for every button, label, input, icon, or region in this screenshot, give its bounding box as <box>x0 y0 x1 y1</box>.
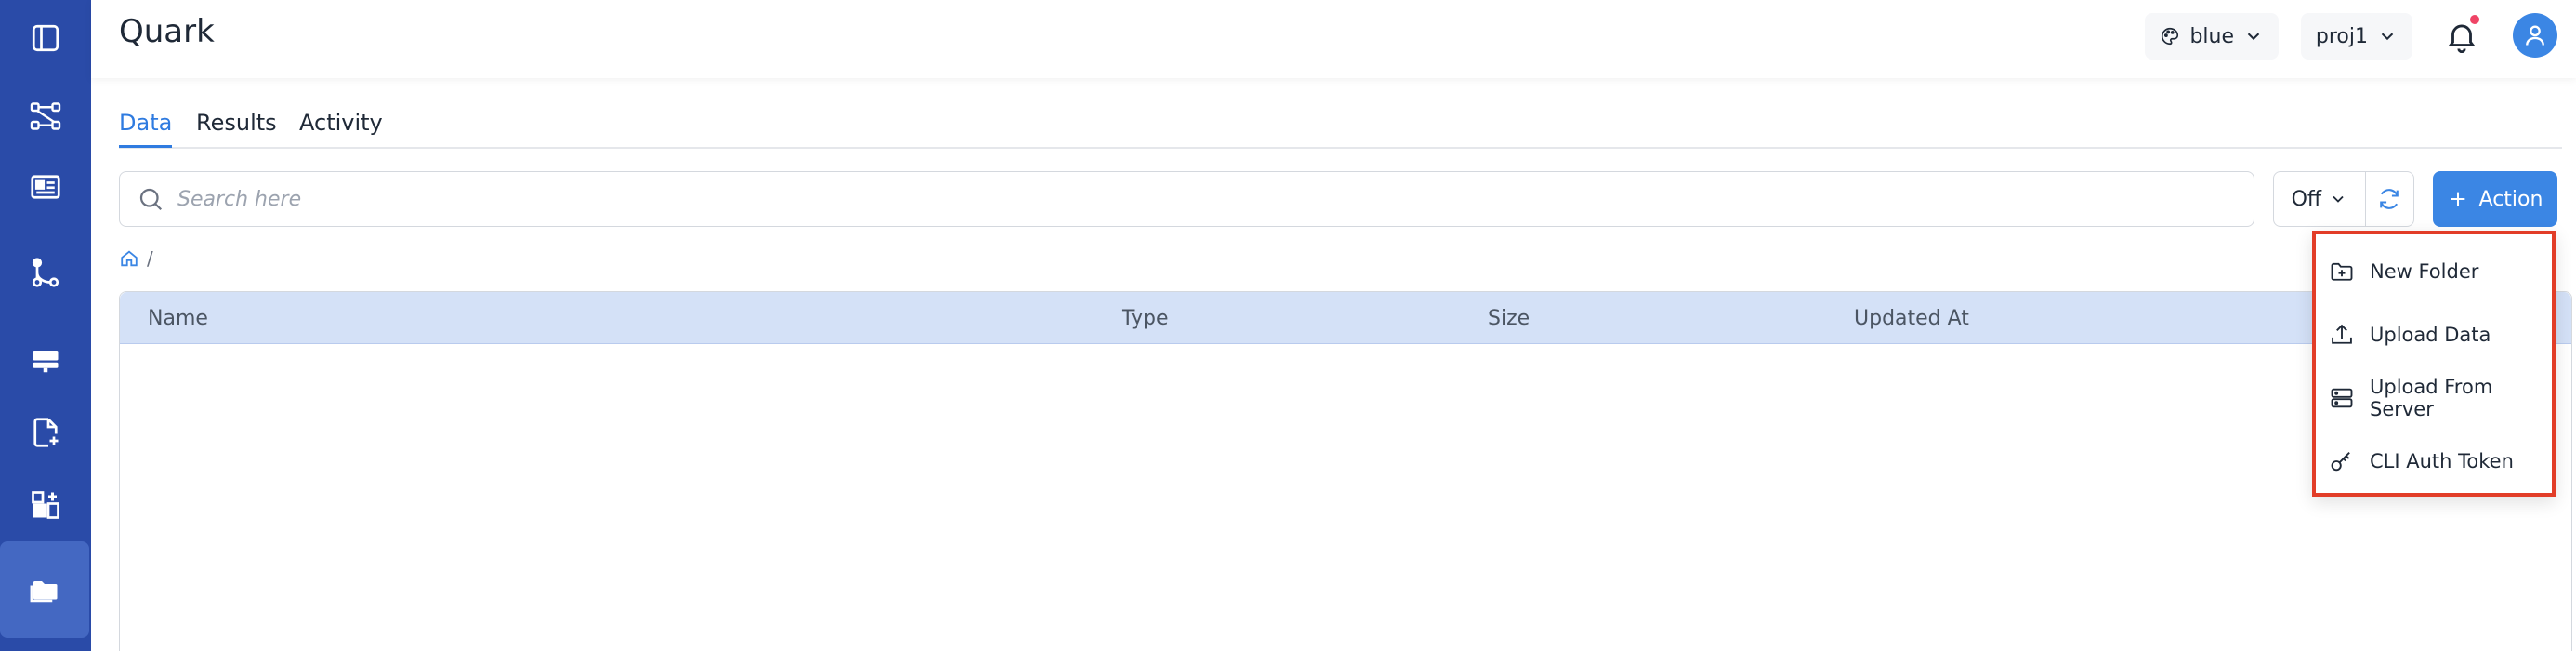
file-add-icon <box>33 418 59 447</box>
column-header-size[interactable]: Size <box>1488 307 1530 330</box>
sidebar-item-graph[interactable] <box>0 80 91 153</box>
search-input[interactable] <box>177 187 2036 211</box>
data-table: Name Type Size Updated At <box>119 291 2572 651</box>
top-header: Quark blue proj1 <box>91 0 2576 78</box>
menu-item-upload-from-server[interactable]: Upload From Server <box>2329 376 2546 420</box>
sidebar-item-data[interactable] <box>0 541 89 638</box>
sidebar-item-server[interactable] <box>0 326 91 398</box>
sidebar-item-card[interactable] <box>0 151 91 223</box>
graph-nodes-icon <box>30 102 61 130</box>
search-icon <box>139 188 163 211</box>
action-button[interactable]: Action <box>2433 171 2557 227</box>
column-header-type[interactable]: Type <box>1122 307 1169 330</box>
sidebar-toggle-button[interactable] <box>0 2 91 74</box>
tab-results[interactable]: Results <box>196 110 277 145</box>
sidebar-item-pipeline[interactable] <box>0 236 91 309</box>
user-avatar[interactable] <box>2513 13 2557 58</box>
sidebar-item-apps[interactable] <box>0 469 91 541</box>
menu-item-label: Upload From Server <box>2370 376 2493 420</box>
app-title: Quark <box>119 13 215 50</box>
home-icon[interactable] <box>119 248 139 269</box>
card-icon <box>31 175 60 199</box>
refresh-button[interactable] <box>2366 172 2413 226</box>
project-select[interactable]: proj1 <box>2300 13 2412 60</box>
pipeline-icon <box>32 258 59 287</box>
tab-data[interactable]: Data <box>119 110 173 148</box>
user-icon <box>2526 25 2544 46</box>
palette-icon <box>2162 27 2179 46</box>
plus-icon <box>2451 192 2464 206</box>
breadcrumb: / <box>119 247 153 270</box>
action-button-label: Action <box>2478 187 2543 211</box>
filter-group: Off <box>2273 171 2414 227</box>
menu-item-label: CLI Auth Token <box>2370 450 2514 472</box>
server-icon <box>33 351 59 373</box>
notification-dot <box>2470 15 2479 24</box>
search-box[interactable] <box>119 171 2254 227</box>
refresh-icon <box>2380 189 2399 209</box>
sidebar-toggle-icon <box>32 24 59 52</box>
tab-bar: Data Results Activity <box>119 104 2562 149</box>
menu-item-new-folder[interactable]: New Folder <box>2329 249 2546 294</box>
menu-item-cli-auth-token[interactable]: CLI Auth Token <box>2329 439 2546 484</box>
table-header: Name Type Size Updated At <box>120 292 2571 344</box>
chevron-down-icon <box>2247 33 2260 41</box>
folder-add-icon <box>2331 262 2353 281</box>
chevron-down-icon <box>2381 33 2394 41</box>
column-header-updated-at[interactable]: Updated At <box>1854 307 1969 330</box>
project-select-value: proj1 <box>2315 24 2368 48</box>
action-menu: New Folder Upload Data Upload From Serve… <box>2312 231 2556 497</box>
menu-item-upload-data[interactable]: Upload Data <box>2329 312 2546 357</box>
chevron-down-icon <box>2333 195 2344 203</box>
menu-item-label: Upload Data <box>2370 324 2491 346</box>
sidebar-item-file-add[interactable] <box>0 396 91 469</box>
key-icon <box>2331 452 2350 472</box>
apps-add-icon <box>32 491 59 519</box>
breadcrumb-separator: / <box>147 247 153 270</box>
off-select[interactable]: Off <box>2274 172 2366 226</box>
notifications-button[interactable] <box>2438 13 2485 60</box>
off-select-value: Off <box>2291 187 2322 211</box>
theme-select[interactable]: blue <box>2145 13 2279 60</box>
menu-item-label: New Folder <box>2370 260 2479 283</box>
column-header-name[interactable]: Name <box>148 307 208 330</box>
tab-activity[interactable]: Activity <box>299 110 383 145</box>
folder-icon <box>30 581 58 603</box>
theme-select-value: blue <box>2189 24 2234 48</box>
upload-icon <box>2332 324 2352 344</box>
server-icon <box>2331 388 2353 408</box>
sidebar <box>0 0 91 651</box>
